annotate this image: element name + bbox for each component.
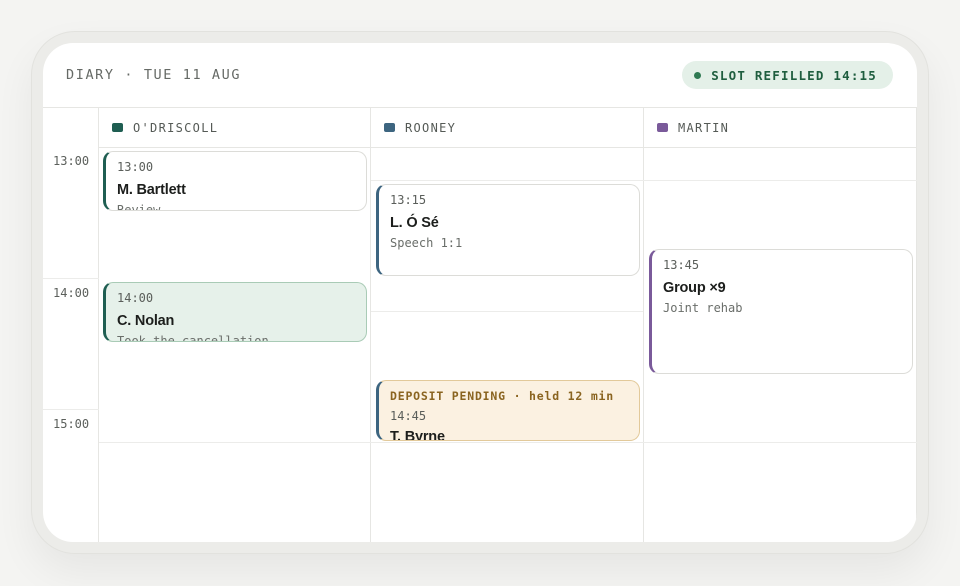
appointment-detail: Review [117, 203, 161, 211]
diary-screen: DIARY · TUE 11 AUG SLOT REFILLED 14:15 O… [43, 43, 917, 542]
slot-refilled-badge: SLOT REFILLED 14:15 [682, 61, 893, 89]
martin-color-swatch [657, 123, 668, 132]
appointment-time: 13:15 [390, 193, 427, 207]
odriscoll-color-swatch [112, 123, 123, 132]
appointment-time: 13:00 [117, 160, 154, 174]
time-label-1300: 13:00 [53, 154, 90, 168]
column-divider [370, 108, 371, 542]
appointment-client: T. Byrne [390, 429, 445, 441]
appointment-time: 13:45 [663, 258, 700, 272]
column-header-odriscoll[interactable]: O'DRISCOLL [99, 108, 370, 148]
grid-line [371, 311, 643, 312]
appointment-detail: Took the cancellation [117, 334, 269, 342]
appointment-group[interactable]: 13:45 Group ×9 Joint rehab [649, 249, 913, 374]
hour-line [43, 278, 99, 279]
deposit-pending-flag: DEPOSIT PENDING · held 12 min [390, 389, 614, 403]
appointment-time: 14:45 [390, 409, 427, 423]
grid-line [371, 180, 917, 181]
time-label-1500: 15:00 [53, 417, 90, 431]
appointment-client: C. Nolan [117, 313, 175, 329]
appointment-nolan[interactable]: 14:00 C. Nolan Took the cancellation [103, 282, 367, 342]
appointment-detail: Speech 1:1 [390, 236, 463, 250]
column-name: ROONEY [405, 120, 457, 135]
gutter-divider [98, 108, 99, 542]
appointment-time: 14:00 [117, 291, 154, 305]
column-divider [643, 108, 644, 542]
hour-line [43, 409, 99, 410]
appointment-client: M. Bartlett [117, 182, 186, 198]
slot-refilled-text: SLOT REFILLED 14:15 [711, 67, 877, 83]
appointment-ose[interactable]: 13:15 L. Ó Sé Speech 1:1 [376, 184, 640, 276]
appointment-detail: Joint rehab [663, 301, 743, 315]
appointment-bartlett[interactable]: 13:00 M. Bartlett Review [103, 151, 367, 211]
appointment-client: L. Ó Sé [390, 215, 439, 231]
column-divider [916, 108, 917, 542]
grid-line [99, 442, 917, 443]
rooney-color-swatch [384, 123, 395, 132]
appointment-client: Group ×9 [663, 280, 726, 296]
column-header-rooney[interactable]: ROONEY [371, 108, 643, 148]
column-header-martin[interactable]: MARTIN [644, 108, 916, 148]
column-name: MARTIN [678, 120, 730, 135]
time-label-1400: 14:00 [53, 286, 90, 300]
column-name: O'DRISCOLL [133, 120, 219, 135]
page-title: DIARY · TUE 11 AUG [66, 67, 242, 83]
appointment-byrne[interactable]: DEPOSIT PENDING · held 12 min 14:45 T. B… [376, 380, 640, 441]
status-dot-icon [694, 71, 702, 79]
